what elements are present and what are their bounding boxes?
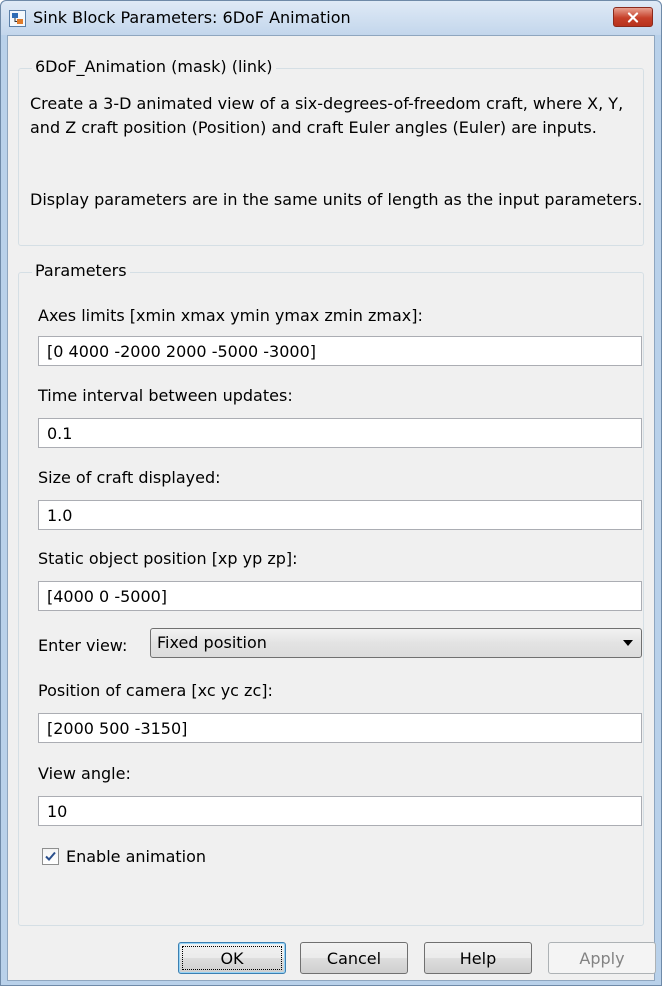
axes-limits-label: Axes limits [xmin xmax ymin ymax zmin zm… — [38, 306, 423, 325]
help-button-label: Help — [459, 948, 497, 968]
axes-limits-input[interactable] — [38, 336, 642, 366]
mask-group-title: 6DoF_Animation (mask) (link) — [32, 57, 276, 76]
enter-view-value: Fixed position — [157, 633, 267, 652]
apply-button[interactable]: Apply — [548, 942, 656, 974]
mask-description: Create a 3-D animated view of a six-degr… — [30, 94, 624, 137]
close-icon — [627, 8, 639, 27]
enter-view-select[interactable]: Fixed position — [150, 628, 642, 658]
time-interval-input[interactable] — [38, 418, 642, 448]
static-object-label: Static object position [xp yp zp]: — [38, 549, 298, 568]
enter-view-label: Enter view: — [38, 636, 128, 655]
view-angle-input[interactable] — [38, 796, 642, 826]
help-button[interactable]: Help — [424, 942, 532, 974]
camera-position-input[interactable] — [38, 713, 642, 743]
title-bar[interactable]: Sink Block Parameters: 6DoF Animation — [1, 1, 661, 35]
focus-indicator — [182, 946, 282, 970]
craft-size-label: Size of craft displayed: — [38, 468, 221, 487]
dialog-window: Sink Block Parameters: 6DoF Animation 6D… — [0, 0, 662, 986]
enable-animation-label[interactable]: Enable animation — [66, 847, 206, 866]
checkmark-icon — [45, 851, 56, 861]
camera-position-label: Position of camera [xc yc zc]: — [38, 681, 273, 700]
cancel-button-label: Cancel — [326, 948, 382, 968]
ok-button[interactable]: OK — [178, 942, 286, 974]
chevron-down-icon — [623, 640, 633, 646]
static-object-input[interactable] — [38, 581, 642, 611]
dialog-content: 6DoF_Animation (mask) (link) Create a 3-… — [7, 35, 656, 981]
enable-animation-checkbox[interactable] — [42, 848, 59, 865]
simulink-block-icon — [9, 10, 26, 27]
cancel-button[interactable]: Cancel — [300, 942, 408, 974]
apply-button-label: Apply — [579, 948, 625, 968]
time-interval-label: Time interval between updates: — [38, 386, 293, 405]
mask-description-units: Display parameters are in the same units… — [30, 190, 643, 209]
close-button[interactable] — [613, 7, 653, 27]
parameters-group-title: Parameters — [32, 261, 130, 280]
window-title: Sink Block Parameters: 6DoF Animation — [33, 8, 351, 27]
craft-size-input[interactable] — [38, 500, 642, 530]
view-angle-label: View angle: — [38, 764, 131, 783]
